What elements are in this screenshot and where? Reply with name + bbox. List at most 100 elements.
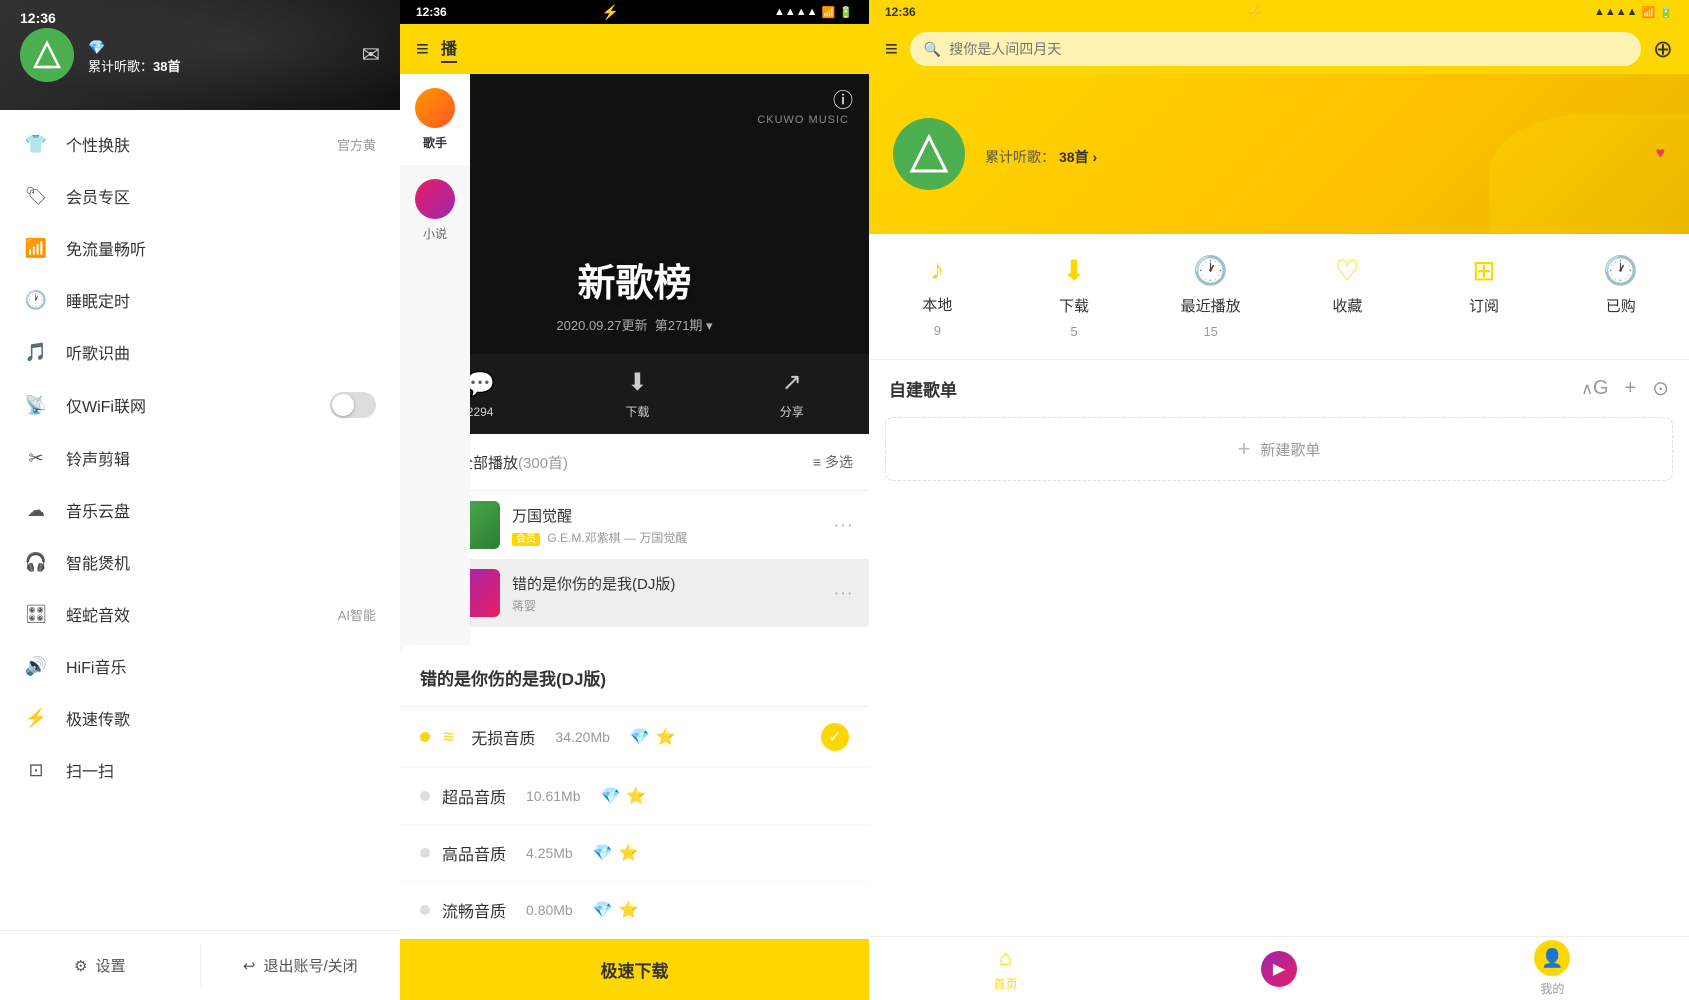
quality-high[interactable]: 高品音质 4.25Mb 💎 ⭐ — [400, 825, 869, 882]
share-action[interactable]: ↗ 分享 — [780, 368, 804, 420]
menu-item-sleep-timer[interactable]: 🕐 睡眠定时 — [0, 274, 400, 326]
stat-label-recent: 最近播放 — [1181, 295, 1241, 316]
song-info-2: 错的是你伤的是我(DJ版) 蒋婴 — [512, 573, 821, 614]
chart-title: 新歌榜 — [577, 252, 691, 307]
song-artist-1: 会员 G.E.M.邓紫棋 — 万国觉醒 — [512, 529, 821, 546]
quality-super[interactable]: 超品音质 10.61Mb 💎 ⭐ — [400, 768, 869, 825]
star-badge-high: ⭐ — [619, 843, 639, 863]
p3-menu-button[interactable]: ≡ — [885, 36, 898, 62]
p2-tab-chart[interactable]: 播 — [441, 35, 457, 63]
menu-item-cloud[interactable]: ☁ 音乐云盘 — [0, 484, 400, 536]
p2-time: 12:36 — [416, 5, 447, 19]
singer-avatar — [415, 88, 455, 128]
stat-local[interactable]: ♪ 本地 9 — [869, 254, 1006, 339]
nav-home[interactable]: ⌂ 首页 — [869, 945, 1142, 992]
logout-button[interactable]: ↩ 退出账号/关闭 — [201, 945, 401, 986]
multiselect-button[interactable]: ≡ 多选 — [813, 452, 853, 472]
menu-label-eq: 蛭蛇音效 — [66, 602, 320, 626]
menu-item-scan[interactable]: ⊡ 扫一扫 — [0, 744, 400, 796]
stat-recent[interactable]: 🕐 最近播放 15 — [1142, 254, 1279, 339]
info-icon[interactable]: ⓘ — [833, 84, 853, 113]
p2-menu-button[interactable]: ≡ — [416, 36, 429, 62]
p1-time: 12:36 — [20, 10, 56, 26]
p3-add-button[interactable]: ⊕ — [1653, 35, 1673, 64]
chart-icon: 📶 — [24, 236, 48, 260]
stat-collect[interactable]: ♡ 收藏 — [1279, 254, 1416, 339]
settings-icon: ⚙ — [74, 957, 87, 975]
p2-header: ≡ 播 — [400, 24, 869, 74]
stat-count-recent: 15 — [1203, 324, 1217, 339]
menu-item-burn-in[interactable]: 🎧 智能煲机 — [0, 536, 400, 588]
p2-cat-novel[interactable]: 小说 — [400, 165, 470, 256]
quality-lossless[interactable]: ≋ 无损音质 34.20Mb 💎 ⭐ ✓ — [400, 707, 869, 768]
p3-section-actions: G + ⊙ — [1593, 376, 1669, 401]
star-badge-smooth: ⭐ — [619, 900, 639, 920]
menu-item-ringtone[interactable]: ✂ 铃声剪辑 — [0, 432, 400, 484]
quality-size-smooth: 0.80Mb — [526, 902, 573, 918]
stat-label-download: 下载 — [1059, 295, 1089, 316]
p3-search-bar[interactable]: 🔍 — [910, 32, 1641, 66]
quality-smooth[interactable]: 流畅音质 0.80Mb 💎 ⭐ — [400, 882, 869, 939]
menu-item-free-traffic[interactable]: 📶 免流量畅听 — [0, 222, 400, 274]
menu-item-vip[interactable]: 🏷 会员专区 — [0, 170, 400, 222]
quality-dot-smooth — [420, 905, 430, 915]
stat-bought[interactable]: 🕐 已购 — [1552, 254, 1689, 339]
nav-player[interactable]: ▶ — [1142, 951, 1415, 987]
p1-avatar — [20, 28, 74, 82]
stat-download[interactable]: ⬇ 下载 5 — [1006, 254, 1143, 339]
menu-label-wifi-only: 仅WiFi联网 — [66, 393, 312, 417]
left-header: 12:36 💎 累计听歌：38首 ✉ — [0, 0, 400, 110]
panel-left: 12:36 💎 累计听歌：38首 ✉ 👕 个性换肤 官方黄 🏷 会员专区 — [0, 0, 400, 1000]
menu-item-music-id[interactable]: 🎵 听歌识曲 — [0, 326, 400, 378]
vip-icon: 🏷 — [24, 184, 48, 208]
wifi-toggle[interactable] — [330, 392, 376, 418]
download-action[interactable]: ⬇ 下载 — [625, 368, 649, 420]
menu-item-skin[interactable]: 👕 个性换肤 官方黄 — [0, 118, 400, 170]
novel-avatar — [415, 179, 455, 219]
quality-badges-smooth: 💎 ⭐ — [593, 900, 639, 920]
content-spacer — [869, 497, 1689, 936]
p3-playlist-section-header: 自建歌单 ∧ G + ⊙ — [869, 360, 1689, 417]
sync-icon[interactable]: G — [1593, 377, 1609, 400]
wifi-icon: 📡 — [24, 393, 48, 417]
quality-label-lossless: 无损音质 — [471, 725, 535, 749]
song-item-1[interactable]: 1 万国觉醒 会员 G.E.M.邓紫棋 — 万国觉醒 ··· — [400, 491, 869, 559]
stat-count-download: 5 — [1070, 324, 1077, 339]
user-icon: 👤 — [1534, 940, 1570, 976]
scan-icon: ⊡ — [24, 758, 48, 782]
comment-count: 2294 — [467, 405, 494, 419]
song-info-1: 万国觉醒 会员 G.E.M.邓紫棋 — 万国觉醒 — [512, 505, 821, 546]
cat-label-singer: 歌手 — [423, 134, 447, 151]
fast-download-button[interactable]: 极速下载 — [400, 939, 869, 1000]
star-badge-super: ⭐ — [626, 786, 646, 806]
p2-cat-singer[interactable]: 歌手 — [400, 74, 470, 165]
chevron-up-icon[interactable]: ∧ — [1581, 379, 1593, 399]
eq-icon: 🎛 — [24, 602, 48, 626]
settings-button[interactable]: ⚙ 设置 — [0, 945, 201, 986]
song-more-2[interactable]: ··· — [833, 582, 853, 605]
home-icon: ⌂ — [999, 945, 1012, 971]
stat-count-local: 9 — [934, 323, 941, 338]
menu-item-eq[interactable]: 🎛 蛭蛇音效 AI智能 — [0, 588, 400, 640]
song-item-2[interactable]: 2 错的是你伤的是我(DJ版) 蒋婴 ··· — [400, 559, 869, 627]
mail-icon[interactable]: ✉ — [362, 42, 380, 68]
menu-label-transfer: 极速传歌 — [66, 706, 376, 730]
scissors-icon: ✂ — [24, 446, 48, 470]
playlist-settings-icon[interactable]: ⊙ — [1652, 376, 1669, 401]
panel-mid: 12:36 ⚡ ▲▲▲▲📶🔋 ≡ 播 歌手 小说 ‹ ⓘ CKUWO MUSIC… — [400, 0, 869, 1000]
add-playlist-icon[interactable]: + — [1625, 377, 1637, 400]
stat-subscribe[interactable]: ⊞ 订阅 — [1416, 254, 1553, 339]
p3-status-bar: 12:36 ⚡ ▲▲▲▲📶🔋 — [869, 0, 1689, 24]
p1-footer: ⚙ 设置 ↩ 退出账号/关闭 — [0, 930, 400, 1000]
nav-my[interactable]: 👤 我的 — [1416, 940, 1689, 997]
p2-tab-bar: 播 — [441, 35, 853, 63]
menu-item-transfer[interactable]: ⚡ 极速传歌 — [0, 692, 400, 744]
p3-search-input[interactable] — [949, 41, 1627, 57]
menu-item-hifi[interactable]: 🔊 HiFi音乐 — [0, 640, 400, 692]
menu-item-wifi-only[interactable]: 📡 仅WiFi联网 — [0, 378, 400, 432]
quality-badges-super: 💎 ⭐ — [601, 786, 647, 806]
song-name-2: 错的是你伤的是我(DJ版) — [512, 573, 821, 594]
stat-label-local: 本地 — [922, 294, 952, 315]
new-playlist-button[interactable]: + 新建歌单 — [885, 417, 1673, 481]
song-more-1[interactable]: ··· — [833, 514, 853, 537]
